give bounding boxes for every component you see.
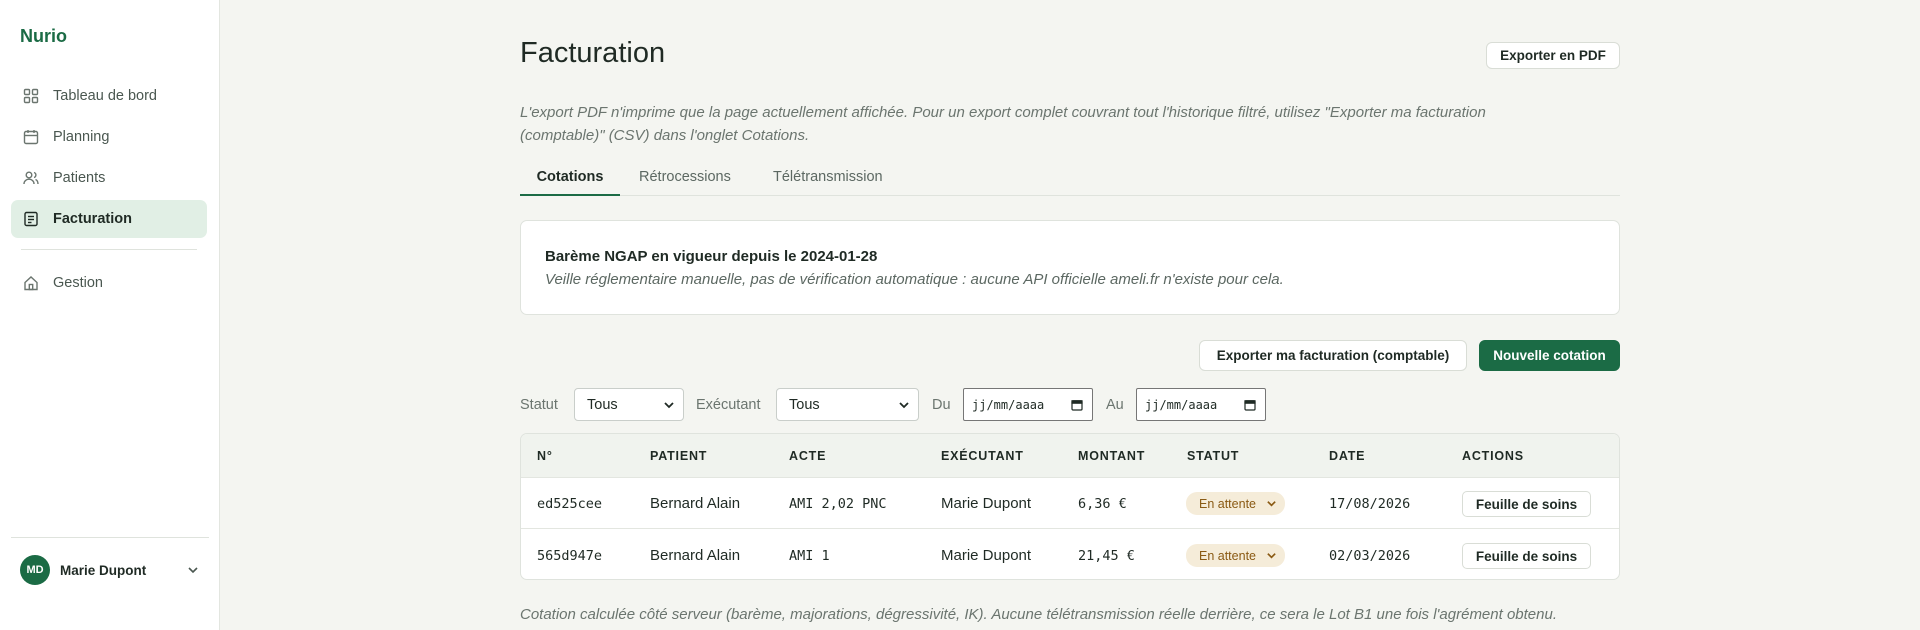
page-title: Facturation xyxy=(520,37,666,69)
column-header: EXÉCUTANT xyxy=(941,449,1024,463)
cell-patient: Bernard Alain xyxy=(650,495,741,512)
export-pdf-button[interactable]: Exporter en PDF xyxy=(1486,42,1620,69)
sidebar-item-label: Tableau de bord xyxy=(53,88,157,104)
export-compta-button[interactable]: Exporter ma facturation (comptable) xyxy=(1199,340,1467,371)
cell-executant: Marie Dupont xyxy=(941,495,1032,512)
cell-executant: Marie Dupont xyxy=(941,547,1032,564)
sidebar-item-label: Gestion xyxy=(53,275,103,291)
sidebar-item-patients[interactable]: Patients xyxy=(11,159,207,197)
calendar-icon xyxy=(23,129,39,145)
date-from-input[interactable]: jj/mm/aaaa xyxy=(963,388,1093,421)
column-header: ACTIONS xyxy=(1462,449,1524,463)
export-info-note: L'export PDF n'imprime que la page actue… xyxy=(520,104,1486,144)
calendar-icon xyxy=(1244,400,1256,411)
date-from-placeholder: jj/mm/aaaa xyxy=(972,397,1045,412)
cell-date: 17/08/2026 xyxy=(1329,496,1411,512)
chevron-down-icon xyxy=(1267,501,1276,507)
sidebar-divider xyxy=(21,249,197,250)
sidebar-item-gestion[interactable]: Gestion xyxy=(11,264,207,302)
chevron-down-icon xyxy=(1267,553,1276,559)
table-row[interactable]: 565d947e Bernard Alain AMI 1 Marie Dupon… xyxy=(521,530,1619,579)
feuille-de-soins-button[interactable]: Feuille de soins xyxy=(1462,491,1591,517)
sidebar: Nurio Tableau de bord Planning Patients … xyxy=(0,0,220,630)
home-icon xyxy=(23,275,39,291)
chevron-down-icon xyxy=(899,402,909,409)
status-label: En attente xyxy=(1199,496,1256,511)
table-header: N° PATIENT ACTE EXÉCUTANT MONTANT STATUT… xyxy=(521,434,1619,478)
avatar: MD xyxy=(20,555,50,585)
date-from-label: Du xyxy=(932,397,951,413)
chevron-down-icon xyxy=(188,567,198,574)
table-row[interactable]: ed525cee Bernard Alain AMI 2,02 PNC Mari… xyxy=(521,478,1619,529)
new-cotation-button[interactable]: Nouvelle cotation xyxy=(1479,340,1620,371)
sidebar-item-label: Planning xyxy=(53,129,110,145)
footnote: Cotation calculée côté serveur (barème, … xyxy=(520,606,1557,623)
cell-montant: 21,45 € xyxy=(1078,548,1135,564)
feuille-de-soins-button[interactable]: Feuille de soins xyxy=(1462,543,1591,569)
users-icon xyxy=(23,170,39,186)
user-name: Marie Dupont xyxy=(60,562,147,578)
date-to-placeholder: jj/mm/aaaa xyxy=(1145,397,1218,412)
statut-select-value: Tous xyxy=(587,396,618,413)
receipt-icon xyxy=(23,211,39,227)
tab-cotations[interactable]: Cotations xyxy=(520,166,620,196)
column-header: MONTANT xyxy=(1078,449,1146,463)
date-to-input[interactable]: jj/mm/aaaa xyxy=(1136,388,1266,421)
main-content: Facturation Exporter en PDF L'export PDF… xyxy=(520,0,1620,630)
dashboard-icon xyxy=(23,88,39,104)
cotations-table: N° PATIENT ACTE EXÉCUTANT MONTANT STATUT… xyxy=(520,433,1620,580)
executant-filter-label: Exécutant xyxy=(696,397,761,413)
sidebar-item-tableau-de-bord[interactable]: Tableau de bord xyxy=(11,77,207,115)
tab-retrocessions[interactable]: Rétrocessions xyxy=(639,166,731,196)
notice-title: Barème NGAP en vigueur depuis le 2024-01… xyxy=(545,248,878,265)
user-menu[interactable]: MD Marie Dupont xyxy=(20,554,200,586)
cell-montant: 6,36 € xyxy=(1078,496,1127,512)
statut-select[interactable]: Tous xyxy=(574,388,684,421)
column-header: N° xyxy=(537,449,553,463)
date-to-label: Au xyxy=(1106,397,1124,413)
cell-num: ed525cee xyxy=(537,496,603,512)
tabs: Cotations Rétrocessions Télétransmission xyxy=(520,166,1620,196)
calendar-icon xyxy=(1071,400,1083,411)
sidebar-item-label: Facturation xyxy=(53,211,132,227)
status-label: En attente xyxy=(1199,548,1256,563)
executant-select-value: Tous xyxy=(789,396,820,413)
brand-logo[interactable]: Nurio xyxy=(20,26,67,47)
notice-subtitle: Veille réglementaire manuelle, pas de vé… xyxy=(545,271,1284,288)
cell-date: 02/03/2026 xyxy=(1329,548,1411,564)
tab-teletransmission[interactable]: Télétransmission xyxy=(773,166,883,196)
column-header: STATUT xyxy=(1187,449,1240,463)
sidebar-nav-secondary: Gestion xyxy=(11,264,207,305)
executant-select[interactable]: Tous xyxy=(776,388,919,421)
cell-acte: AMI 2,02 PNC xyxy=(789,496,887,512)
ngap-notice-card: Barème NGAP en vigueur depuis le 2024-01… xyxy=(520,220,1620,315)
statut-filter-label: Statut xyxy=(520,397,558,413)
chevron-down-icon xyxy=(664,402,674,409)
cell-acte: AMI 1 xyxy=(789,548,830,564)
column-header: PATIENT xyxy=(650,449,708,463)
cell-patient: Bernard Alain xyxy=(650,547,741,564)
cell-num: 565d947e xyxy=(537,548,603,564)
sidebar-nav: Tableau de bord Planning Patients Factur… xyxy=(11,77,207,241)
column-header: ACTE xyxy=(789,449,827,463)
column-header: DATE xyxy=(1329,449,1366,463)
sidebar-item-facturation[interactable]: Facturation xyxy=(11,200,207,238)
user-divider xyxy=(11,537,209,538)
status-badge[interactable]: En attente xyxy=(1186,492,1285,515)
sidebar-item-label: Patients xyxy=(53,170,106,186)
filters-bar: Statut Tous Exécutant Tous Du jj/mm/aaaa… xyxy=(520,388,1620,422)
sidebar-item-planning[interactable]: Planning xyxy=(11,118,207,156)
status-badge[interactable]: En attente xyxy=(1186,544,1285,567)
